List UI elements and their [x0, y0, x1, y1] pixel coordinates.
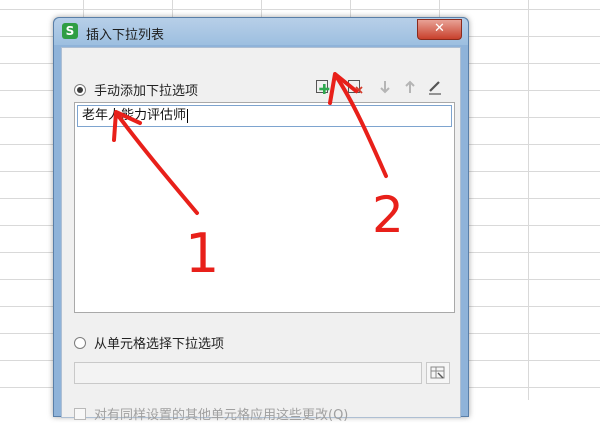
cell-option-radio[interactable]: [74, 337, 86, 349]
cell-option-label: 从单元格选择下拉选项: [94, 337, 225, 352]
manual-option-radio[interactable]: [74, 84, 86, 96]
list-item-input[interactable]: 老年人能力评估师: [77, 105, 452, 127]
range-picker-button[interactable]: [426, 362, 450, 384]
delete-item-icon[interactable]: [347, 78, 365, 96]
dialog-title: 插入下拉列表: [86, 28, 165, 43]
list-item-text: 老年人能力评估师: [82, 108, 187, 123]
insert-dropdown-dialog: S 插入下拉列表 ✕ 手动添加下拉选项 老年人能力评估师 从单元格选择下拉选项 …: [53, 17, 469, 423]
manual-option-label: 手动添加下拉选项: [94, 84, 199, 99]
move-down-icon[interactable]: [376, 78, 394, 96]
dropdown-items-list[interactable]: 老年人能力评估师: [74, 102, 455, 313]
app-logo-icon: S: [62, 23, 78, 39]
cell-range-input[interactable]: [74, 362, 422, 384]
text-caret: [187, 108, 189, 123]
edit-icon[interactable]: [426, 78, 444, 96]
close-button[interactable]: ✕: [417, 19, 462, 40]
apply-changes-label: 对有同样设置的其他单元格应用这些更改(Q): [94, 408, 349, 423]
range-picker-icon: [430, 366, 445, 379]
add-item-icon[interactable]: [315, 78, 333, 96]
move-up-icon[interactable]: [401, 78, 419, 96]
apply-changes-checkbox[interactable]: [74, 408, 86, 420]
dialog-content: 手动添加下拉选项 老年人能力评估师 从单元格选择下拉选项 对有同样设置的其他单元…: [61, 47, 461, 423]
dialog-titlebar: S 插入下拉列表 ✕: [54, 18, 468, 45]
